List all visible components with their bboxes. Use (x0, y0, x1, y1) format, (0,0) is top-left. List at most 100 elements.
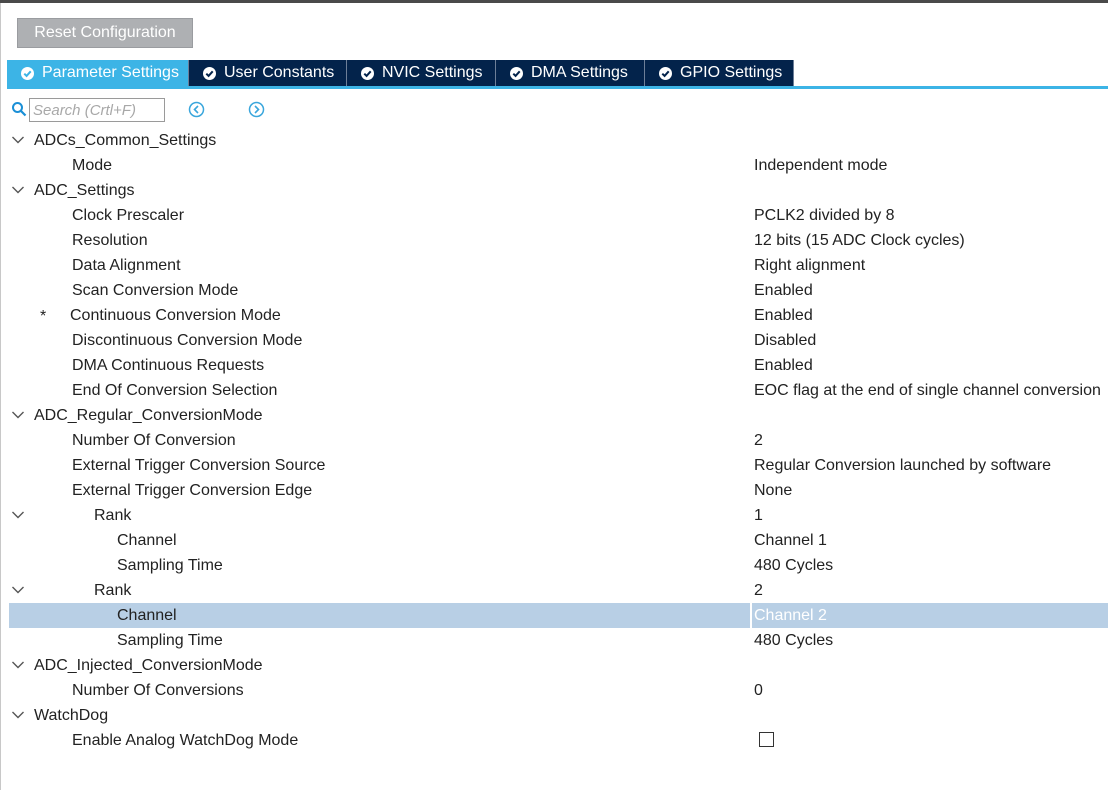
parameter-value[interactable]: 2 (754, 428, 763, 453)
check-circle-icon (361, 66, 374, 80)
tab-label: GPIO Settings (680, 64, 783, 81)
parameter-value[interactable]: 12 bits (15 ADC Clock cycles) (754, 228, 965, 253)
parameter-value[interactable]: Channel 1 (754, 528, 827, 553)
tab-user-constants[interactable]: User Constants (189, 60, 347, 86)
parameter-label: Resolution (72, 232, 148, 249)
chevron-down-icon[interactable] (11, 410, 25, 420)
tree-row-adc-settings[interactable]: ADC_Settings (0, 178, 1108, 203)
parameter-value[interactable]: Disabled (754, 328, 816, 353)
parameter-value[interactable]: 1 (754, 503, 763, 528)
chevron-down-icon[interactable] (11, 660, 25, 670)
chevron-down-icon[interactable] (11, 135, 25, 145)
parameter-label: Channel (117, 607, 177, 624)
parameter-label: ADC_Injected_ConversionMode (34, 657, 263, 674)
parameter-label: Rank (94, 582, 132, 599)
parameter-label: Data Alignment (72, 257, 181, 274)
parameter-label: Enable Analog WatchDog Mode (72, 732, 299, 749)
tree-row-adc-injected-conversionmode[interactable]: ADC_Injected_ConversionMode (0, 653, 1108, 678)
parameter-value[interactable]: Right alignment (754, 253, 865, 278)
parameter-value[interactable]: Independent mode (754, 153, 887, 178)
tab-label: DMA Settings (531, 64, 628, 81)
tree-row-sampling-time[interactable]: Sampling Time 480 Cycles (0, 553, 1108, 578)
settings-tab-bar: Parameter Settings User Constants NVIC S… (7, 60, 794, 86)
tab-nvic-settings[interactable]: NVIC Settings (347, 60, 496, 86)
tree-row-number-of-conversion[interactable]: Number Of Conversion 2 (0, 428, 1108, 453)
parameter-label: ADCs_Common_Settings (34, 132, 217, 149)
enable-watchdog-checkbox[interactable] (759, 732, 774, 747)
parameter-value[interactable]: Enabled (754, 303, 813, 328)
tree-row-watchdog[interactable]: WatchDog (0, 703, 1108, 728)
tree-row-rank[interactable]: Rank 2 (0, 578, 1108, 603)
tree-row-adc-regular-conversionmode[interactable]: ADC_Regular_ConversionMode (0, 403, 1108, 428)
parameter-label: Channel (117, 532, 177, 549)
tree-row-external-trigger-conversion-edge[interactable]: External Trigger Conversion Edge None (0, 478, 1108, 503)
chevron-down-icon[interactable] (11, 585, 25, 595)
parameter-label: Scan Conversion Mode (72, 282, 239, 299)
parameter-value[interactable]: Enabled (754, 278, 813, 303)
tree-row-continuous-conversion-mode[interactable]: * Continuous Conversion Mode Enabled (0, 303, 1108, 328)
parameter-value[interactable]: 480 Cycles (754, 553, 833, 578)
reset-configuration-button[interactable]: Reset Configuration (17, 18, 193, 48)
parameter-value[interactable]: 480 Cycles (754, 628, 833, 653)
parameter-label: DMA Continuous Requests (72, 357, 265, 374)
tree-row-sampling-time[interactable]: Sampling Time 480 Cycles (0, 628, 1108, 653)
check-circle-icon (510, 66, 523, 80)
chevron-down-icon[interactable] (11, 710, 25, 720)
tab-label: User Constants (224, 64, 335, 81)
check-circle-icon (203, 66, 216, 80)
check-circle-icon (659, 66, 672, 80)
parameter-value[interactable]: PCLK2 divided by 8 (754, 203, 895, 228)
parameter-value[interactable]: Enabled (754, 353, 813, 378)
parameter-label: Clock Prescaler (72, 207, 185, 224)
parameter-value[interactable]: 0 (754, 678, 763, 703)
parameter-label: Number Of Conversions (72, 682, 244, 699)
tree-row-mode[interactable]: Mode Independent mode (0, 153, 1108, 178)
parameter-value[interactable]: 2 (754, 578, 763, 603)
tree-row-external-trigger-conversion-source[interactable]: External Trigger Conversion Source Regula… (0, 453, 1108, 478)
cell-separator (750, 603, 752, 628)
parameter-label: Continuous Conversion Mode (70, 307, 281, 324)
parameter-label: External Trigger Conversion Edge (72, 482, 313, 499)
chevron-down-icon[interactable] (11, 510, 25, 520)
parameter-tree: ADCs_Common_Settings Mode Independent mode… (0, 128, 1108, 753)
parameter-value[interactable]: None (754, 478, 792, 503)
check-circle-icon (21, 66, 34, 80)
tree-row-enable-analog-watchdog-mode[interactable]: Enable Analog WatchDog Mode (0, 728, 1108, 753)
parameter-label: ADC_Regular_ConversionMode (34, 407, 263, 424)
tab-underline (7, 86, 1108, 89)
tab-dma-settings[interactable]: DMA Settings (496, 60, 645, 86)
parameter-label: Sampling Time (117, 557, 223, 574)
tree-row-adcs-common-settings[interactable]: ADCs_Common_Settings (0, 128, 1108, 153)
tree-row-dma-continuous-requests[interactable]: DMA Continuous Requests Enabled (0, 353, 1108, 378)
parameter-label: Mode (72, 157, 113, 174)
tree-row-data-alignment[interactable]: Data Alignment Right alignment (0, 253, 1108, 278)
tab-gpio-settings[interactable]: GPIO Settings (645, 60, 794, 86)
parameter-label: End Of Conversion Selection (72, 382, 278, 399)
parameter-value[interactable]: Regular Conversion launched by software (754, 453, 1051, 478)
search-icon (12, 102, 27, 117)
parameter-label: Rank (94, 507, 132, 524)
tab-parameter-settings[interactable]: Parameter Settings (7, 60, 189, 86)
parameter-value[interactable]: EOC flag at the end of single channel co… (754, 378, 1101, 403)
tree-row-channel[interactable]: Channel Channel 1 (0, 528, 1108, 553)
parameter-label: Number Of Conversion (72, 432, 236, 449)
modified-marker: * (40, 308, 47, 325)
tree-row-discontinuous-conversion-mode[interactable]: Discontinuous Conversion Mode Disabled (0, 328, 1108, 353)
parameter-value[interactable]: Channel 2 (754, 603, 827, 628)
parameter-label: Sampling Time (117, 632, 223, 649)
search-input[interactable] (29, 98, 165, 122)
chevron-down-icon[interactable] (11, 185, 25, 195)
parameter-label: WatchDog (34, 707, 109, 724)
tree-row-end-of-conversion-selection[interactable]: End Of Conversion Selection EOC flag at t… (0, 378, 1108, 403)
tab-label: NVIC Settings (382, 64, 483, 81)
tree-row-rank[interactable]: Rank 1 (0, 503, 1108, 528)
next-match-icon[interactable] (248, 101, 265, 118)
previous-match-icon[interactable] (188, 101, 205, 118)
tree-row-resolution[interactable]: Resolution 12 bits (15 ADC Clock cycles) (0, 228, 1108, 253)
tree-row-channel[interactable]: Channel Channel 2 (9, 603, 1108, 628)
parameter-label: Discontinuous Conversion Mode (72, 332, 303, 349)
tree-row-scan-conversion-mode[interactable]: Scan Conversion Mode Enabled (0, 278, 1108, 303)
tab-label: Parameter Settings (42, 64, 179, 81)
tree-row-clock-prescaler[interactable]: Clock Prescaler PCLK2 divided by 8 (0, 203, 1108, 228)
tree-row-number-of-conversions[interactable]: Number Of Conversions 0 (0, 678, 1108, 703)
